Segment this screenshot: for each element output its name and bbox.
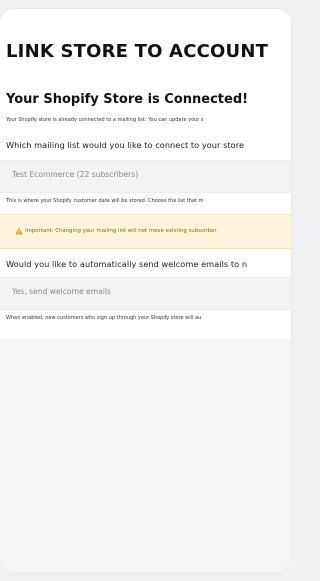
warning-triangle-icon xyxy=(15,227,23,235)
mailing-list-help: This is where your Shopify customer data… xyxy=(6,198,204,204)
welcome-emails-selected-value: Yes, send welcome emails xyxy=(12,287,111,296)
form-content: LINK STORE TO ACCOUNT Your Shopify Store… xyxy=(0,9,291,339)
mailing-list-select[interactable]: Test Ecommerce (22 subscribers) xyxy=(0,160,291,193)
warning-text: Important: Changing your mailing list wi… xyxy=(25,228,217,234)
mailing-list-selected-value: Test Ecommerce (22 subscribers) xyxy=(12,170,139,179)
link-store-card: LINK STORE TO ACCOUNT Your Shopify Store… xyxy=(0,9,291,572)
welcome-emails-select[interactable]: Yes, send welcome emails xyxy=(0,277,291,310)
page-title: LINK STORE TO ACCOUNT xyxy=(6,41,269,62)
welcome-emails-help: When enabled, new customers who sign up … xyxy=(6,315,202,321)
mailing-list-question: Which mailing list would you like to con… xyxy=(6,140,245,150)
welcome-emails-question: Would you like to automatically send wel… xyxy=(6,259,248,269)
warning-banner: Important: Changing your mailing list wi… xyxy=(0,214,291,249)
connected-heading: Your Shopify Store is Connected! xyxy=(6,92,249,107)
empty-lower-panel xyxy=(0,339,291,572)
connected-description: Your Shopify store is already connected … xyxy=(6,117,204,123)
